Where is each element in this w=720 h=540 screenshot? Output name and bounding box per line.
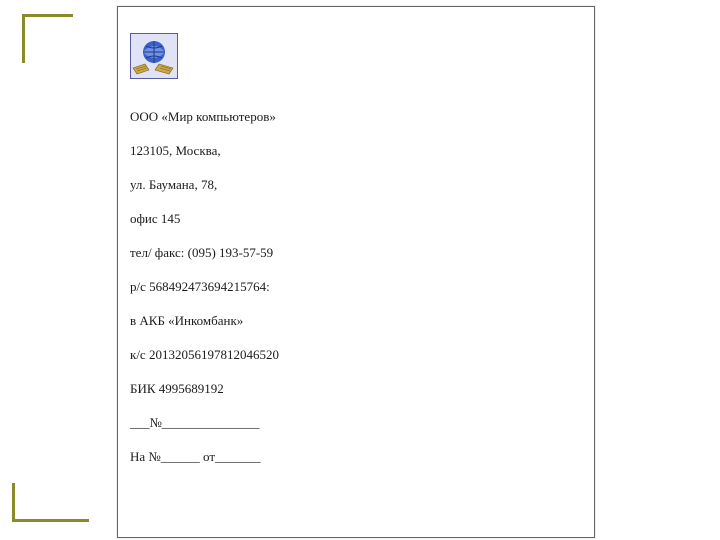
company-name: ООО «Мир компьютеров» [130, 108, 390, 125]
address-line-3: офис 145 [130, 210, 390, 227]
corner-bracket-bottom-left [12, 483, 89, 522]
reg-line-1: ___№_______________ [130, 414, 390, 431]
address-line-1: 123105, Москва, [130, 142, 390, 159]
company-logo-icon [130, 33, 178, 79]
document-page: ООО «Мир компьютеров» 123105, Москва, ул… [117, 6, 595, 538]
bank-name: в АКБ «Инкомбанк» [130, 312, 390, 329]
reg-line-2: На №______ от_______ [130, 448, 390, 465]
bank-account: р/с 568492473694215764: [130, 278, 390, 295]
corner-bracket-top-left [22, 14, 73, 63]
phone-fax: тел/ факс: (095) 193-57-59 [130, 244, 390, 261]
corr-account: к/с 20132056197812046520 [130, 346, 390, 363]
letterhead-block: ООО «Мир компьютеров» 123105, Москва, ул… [130, 91, 390, 482]
address-line-2: ул. Баумана, 78, [130, 176, 390, 193]
bik: БИК 4995689192 [130, 380, 390, 397]
slide-stage: ООО «Мир компьютеров» 123105, Москва, ул… [0, 0, 720, 540]
